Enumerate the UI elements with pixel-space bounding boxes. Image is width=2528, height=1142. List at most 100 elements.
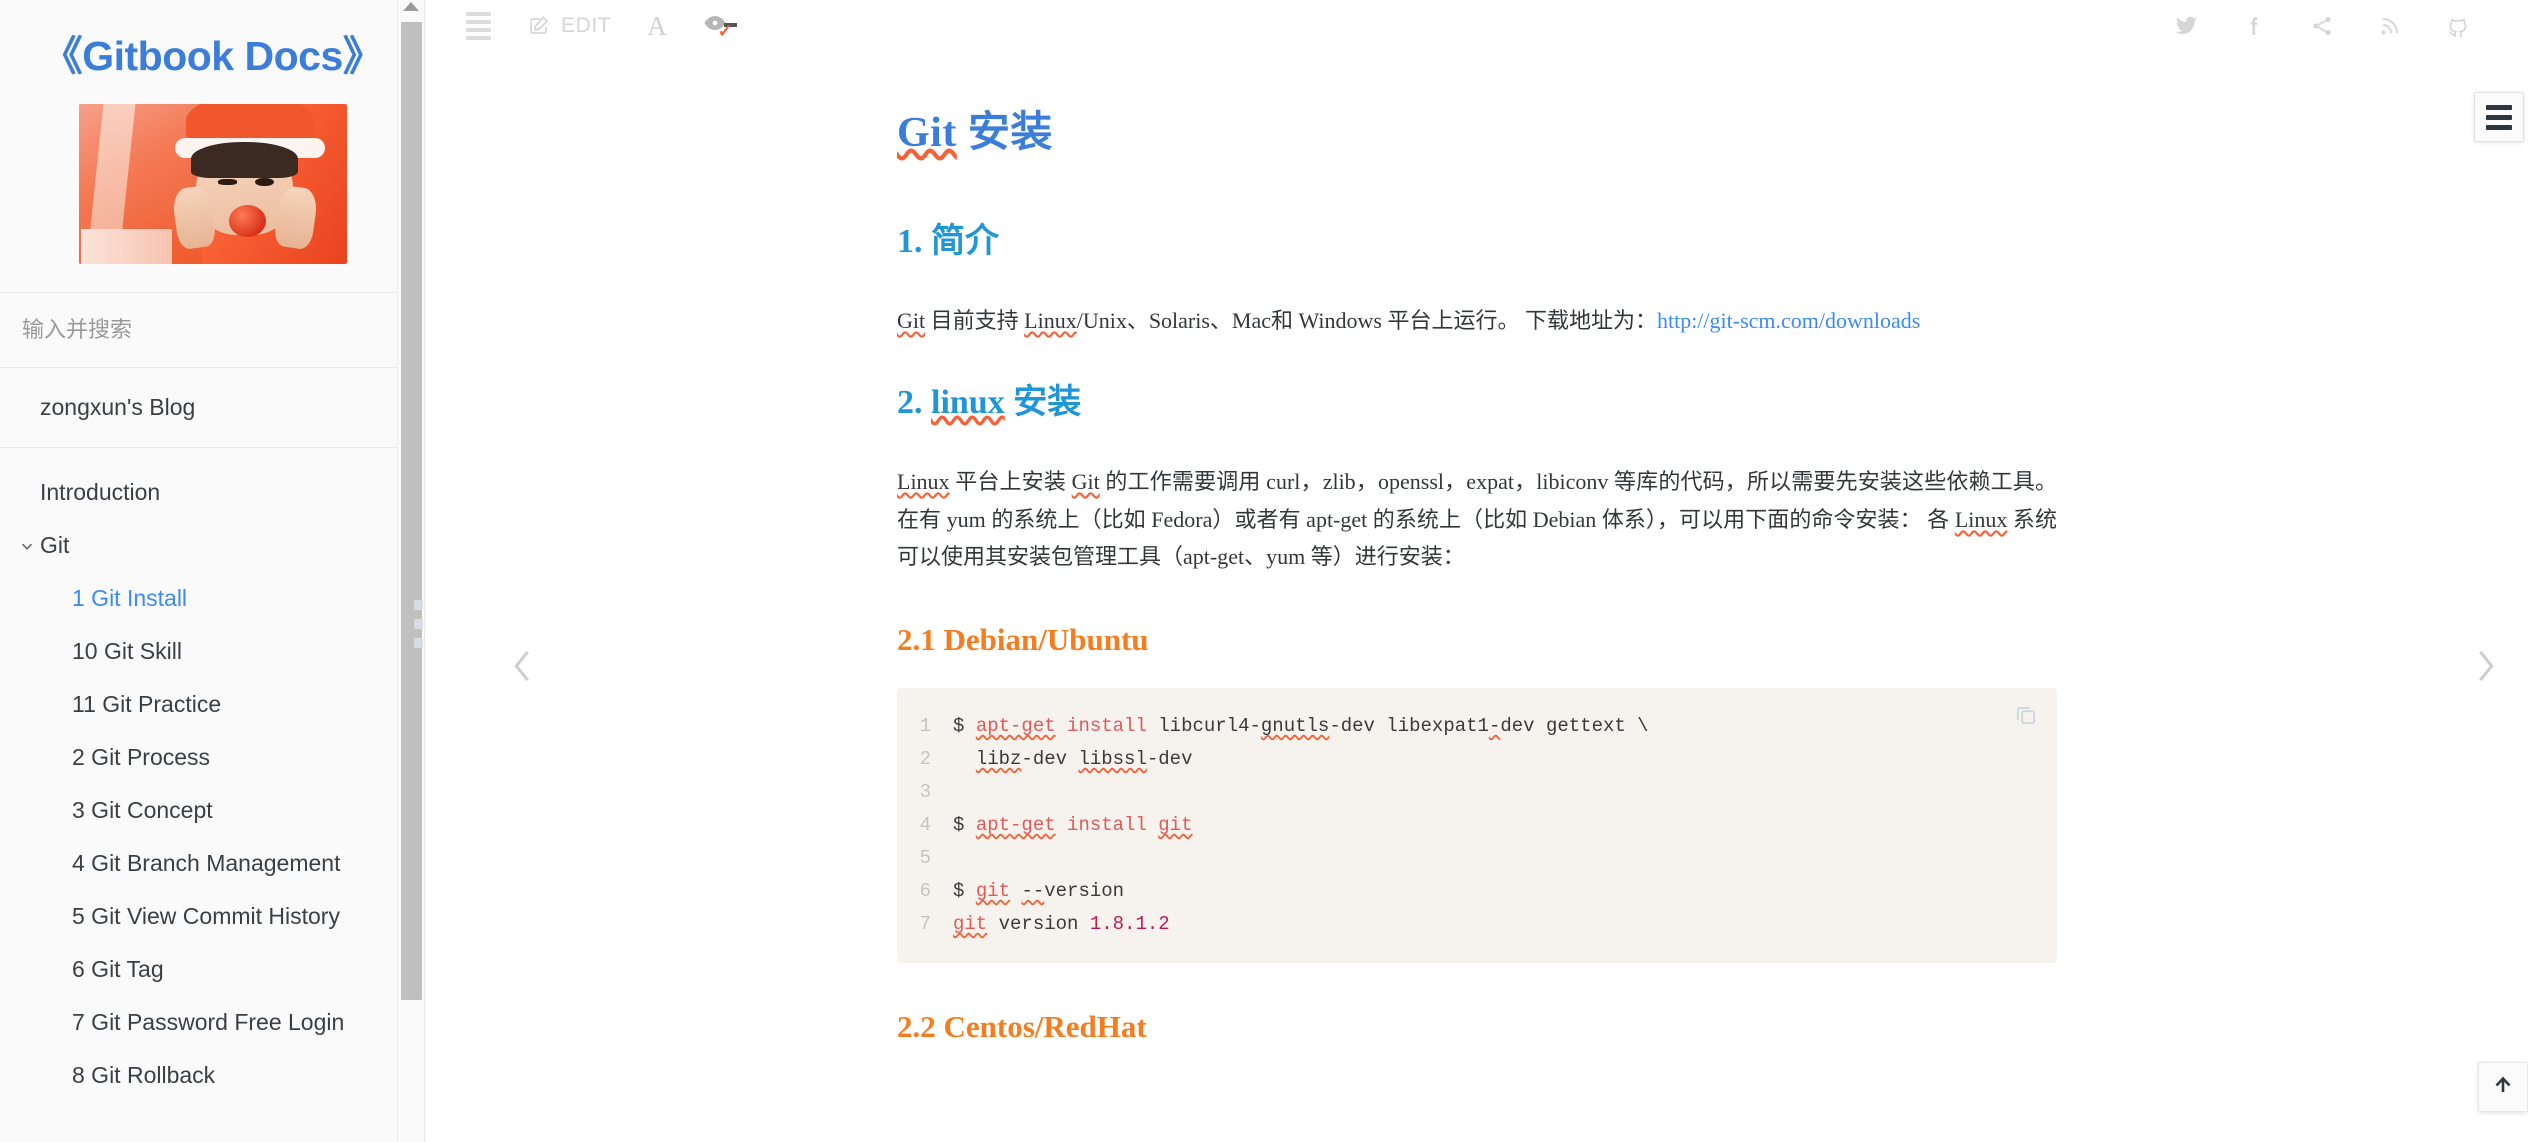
sidebar: 《Gitbook Docs》 zongxun's Blog Introducti… <box>0 0 425 1142</box>
scrollbar-up-arrow[interactable] <box>403 2 419 11</box>
page-title: Git 安装 <box>897 98 2057 159</box>
font-size-icon: A <box>647 10 668 41</box>
github-icon[interactable] <box>2424 6 2492 46</box>
hamburger-icon <box>2486 104 2512 130</box>
code-line-text <box>953 776 2057 809</box>
rss-icon[interactable] <box>2356 6 2424 46</box>
book-title: 《Gitbook Docs》 <box>41 33 384 79</box>
code-line: 6 $ git --version <box>897 875 2057 908</box>
sidebar-item-git-concept[interactable]: 3 Git Concept <box>0 784 424 837</box>
code-line: 7 git version 1.8.1.2 <box>897 908 2057 941</box>
sidebar-item-label: 3 Git Concept <box>72 797 213 823</box>
top-toolbar: EDIT A ✓ <box>426 0 2528 52</box>
download-link[interactable]: http://git-scm.com/downloads <box>1657 308 1920 333</box>
subsection-heading-centos: 2.2 Centos/RedHat <box>897 1009 1147 1045</box>
font-settings-button[interactable]: A <box>629 3 685 50</box>
line-number: 1 <box>919 715 931 738</box>
term-linux: Linux <box>897 468 950 494</box>
sidebar-item-git-rollback[interactable]: 8 Git Rollback <box>0 1049 424 1102</box>
paragraph-text: /Unix、Solaris、Mac和 Windows 平台上运行。 下载地址为： <box>1076 308 1657 333</box>
section-number: 1. <box>897 223 931 260</box>
preview-toggle-button[interactable]: ✓ <box>685 4 755 48</box>
blog-title[interactable]: zongxun's Blog <box>0 368 424 448</box>
line-number: 5 <box>919 847 931 870</box>
paragraph-linux-install: Linux 平台上安装 Git 的工作需要调用 curl，zlib，openss… <box>897 463 2057 576</box>
sidebar-item-label: 5 Git View Commit History <box>72 903 340 929</box>
facebook-icon[interactable] <box>2220 6 2288 46</box>
check-icon: ✓ <box>717 21 734 41</box>
subsection-heading-debian: 2.1 Debian/Ubuntu <box>897 622 1149 658</box>
sidebar-item-git-skill[interactable]: 10 Git Skill <box>0 625 424 678</box>
sidebar-item-label: Git <box>40 532 70 558</box>
term-git: Git <box>897 308 926 333</box>
sidebar-item-git-install[interactable]: 1 Git Install <box>0 572 424 625</box>
code-line-text: $ apt-get install libcurl4-gnutls-dev li… <box>953 715 1649 738</box>
sidebar-nav: Introduction Git 1 Git Install 10 Git Sk… <box>0 448 424 1102</box>
sidebar-item-label: 4 Git Branch Management <box>72 850 341 876</box>
search-box[interactable] <box>0 292 424 368</box>
sidebar-item-label: 11 Git Practice <box>72 691 222 717</box>
copy-icon[interactable] <box>2013 702 2039 728</box>
gitbook-app: 《Gitbook Docs》 zongxun's Blog Introducti… <box>0 0 2528 1142</box>
sidebar-item-introduction[interactable]: Introduction <box>0 466 424 519</box>
section-text: 安装 <box>1004 383 1082 421</box>
section-text: 简介 <box>931 223 999 260</box>
line-number: 2 <box>919 748 931 771</box>
term-linux: Linux <box>1954 506 2008 532</box>
sidebar-item-git[interactable]: Git <box>0 519 424 572</box>
sidebar-content: 《Gitbook Docs》 zongxun's Blog Introducti… <box>0 0 424 1102</box>
code-line: 5 <box>897 842 2057 875</box>
sidebar-item-label: 10 Git Skill <box>72 638 182 664</box>
code-line-text <box>953 842 2057 875</box>
term-linux: Linux <box>1024 308 1077 333</box>
article-body: Git 安装 1. 简介 Git 目前支持 Linux/Unix、Solaris… <box>897 52 2057 1045</box>
term-git: Git <box>1071 468 1100 494</box>
chevron-right-icon <box>2469 643 2503 694</box>
sidebar-item-git-process[interactable]: 2 Git Process <box>0 731 424 784</box>
hamburger-icon <box>466 12 491 40</box>
share-icon[interactable] <box>2288 6 2356 46</box>
line-number: 4 <box>919 814 931 837</box>
twitter-icon[interactable] <box>2152 6 2220 46</box>
sidebar-item-label: 7 Git Password Free Login <box>72 1009 345 1035</box>
edit-button[interactable]: EDIT <box>509 6 629 46</box>
sidebar-item-label: 1 Git Install <box>72 585 188 611</box>
sidebar-item-git-view-commit-history[interactable]: 5 Git View Commit History <box>0 890 424 943</box>
chevron-down-icon[interactable] <box>18 537 36 555</box>
sidebar-resize-handle[interactable] <box>414 600 423 648</box>
edit-button-label: EDIT <box>561 14 612 37</box>
scrollbar-thumb[interactable] <box>401 22 422 1000</box>
code-line-text: git version 1.8.1.2 <box>953 913 1170 936</box>
code-line-text: libz-dev libssl-dev <box>975 748 1193 771</box>
sidebar-item-git-branch-management[interactable]: 4 Git Branch Management <box>0 837 424 890</box>
paragraph-text: 平台上安装 <box>949 468 1072 494</box>
paragraph-text: 目前支持 <box>925 308 1025 333</box>
code-line: 2 libz-dev libssl-dev <box>897 743 2057 776</box>
sidebar-item-label: Introduction <box>40 479 161 505</box>
code-table: 1 $ apt-get install libcurl4-gnutls-dev … <box>897 710 2057 941</box>
book-cover-image <box>78 104 347 264</box>
panel-toggle-button[interactable] <box>2474 92 2524 142</box>
line-number: 7 <box>919 913 931 936</box>
section-number: 2. <box>897 383 931 421</box>
chevron-left-icon <box>505 643 539 694</box>
sidebar-item-git-practice[interactable]: 11 Git Practice <box>0 678 424 731</box>
search-input[interactable] <box>22 317 405 343</box>
back-to-top-button[interactable] <box>2478 1062 2528 1112</box>
code-line: 4 $ apt-get install git <box>897 809 2057 842</box>
sidebar-item-git-password-free-login[interactable]: 7 Git Password Free Login <box>0 996 424 1049</box>
sidebar-item-git-tag[interactable]: 6 Git Tag <box>0 943 424 996</box>
toggle-sidebar-button[interactable] <box>448 4 509 48</box>
code-block: 1 $ apt-get install libcurl4-gnutls-dev … <box>897 688 2057 964</box>
document-content: Git 安装 1. 简介 Git 目前支持 Linux/Unix、Solaris… <box>426 52 2528 1142</box>
code-line-text: $ git --version <box>953 880 1125 903</box>
line-number: 6 <box>919 880 931 903</box>
page-title-code: Git <box>897 110 957 156</box>
prev-page-button[interactable] <box>500 638 544 698</box>
sidebar-item-label: 6 Git Tag <box>72 956 164 982</box>
next-page-button[interactable] <box>2464 638 2508 698</box>
sidebar-item-label: 8 Git Rollback <box>72 1062 216 1088</box>
sidebar-scrollbar[interactable] <box>397 0 424 1142</box>
pencil-square-icon <box>527 14 551 38</box>
code-line: 3 <box>897 776 2057 809</box>
